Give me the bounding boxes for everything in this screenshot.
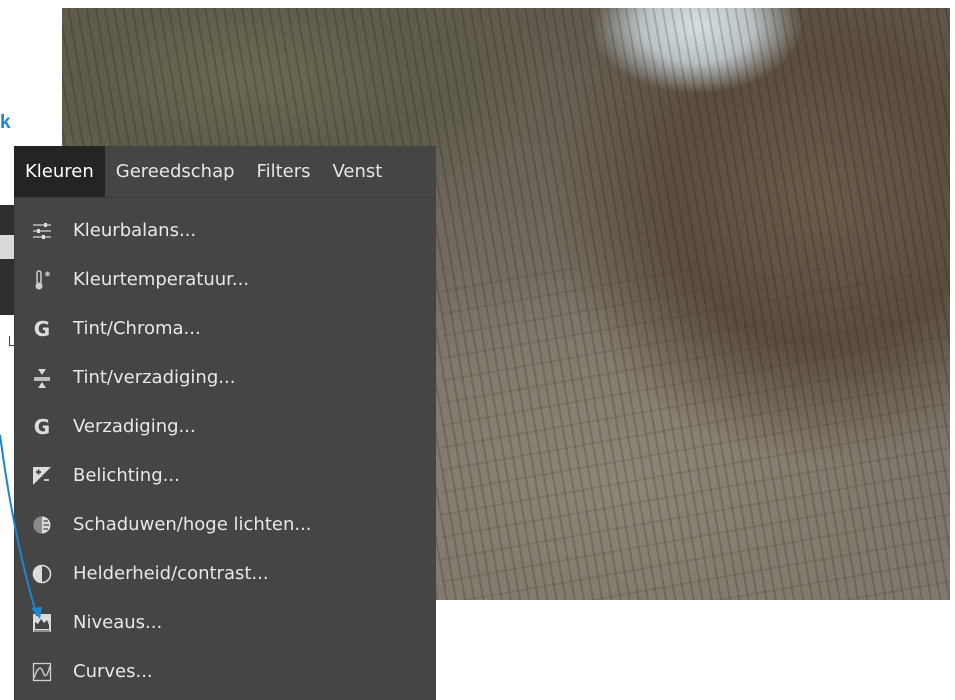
menu-item-label: Belichting... [73,465,180,486]
menu-item-label: Tint/Chroma... [73,318,201,339]
menu-item-label: Niveaus... [73,612,163,633]
menu-kleuren[interactable]: Kleuren [14,146,105,197]
menu-filters[interactable]: Filters [246,146,322,197]
menu-item-label: Helderheid/contrast... [73,563,269,584]
brightness-contrast-icon [31,563,53,585]
sand-texture [442,268,950,600]
hue-saturation-icon [31,367,53,389]
menu-vensters[interactable]: Venst [322,146,394,197]
menu-item-kleurtemperatuur[interactable]: Kleurtemperatuur... [15,255,437,304]
levels-icon [31,612,53,634]
background-window-strip [0,205,14,315]
gegl-g-icon: G [33,316,51,341]
curves-icon [31,661,53,683]
menu-item-label: Verzadiging... [73,416,196,437]
menu-item-label: Curves... [73,661,153,682]
cut-off-heading-text: k [0,112,11,133]
menu-item-tint-chroma[interactable]: G Tint/Chroma... [15,304,437,353]
menu-item-belichting[interactable]: Belichting... [15,451,437,500]
menu-item-schaduwen-hoge-lichten[interactable]: Schaduwen/hoge lichten... [15,500,437,549]
colors-dropdown-menu: Kleurbalans... Kleurtemperatuur... G Tin… [14,198,436,700]
menu-item-label: Kleurtemperatuur... [73,269,250,290]
menu-item-verzadiging[interactable]: G Verzadiging... [15,402,437,451]
menu-item-label: Kleurbalans... [73,220,197,241]
menu-item-helderheid-contrast[interactable]: Helderheid/contrast... [15,549,437,598]
background-window-highlight [0,235,14,259]
thermometer-icon [31,269,53,291]
menu-item-curves[interactable]: Curves... [15,647,437,696]
menu-item-label: Schaduwen/hoge lichten... [73,514,312,535]
gegl-g-icon: G [33,414,51,439]
menu-item-label: Tint/verzadiging... [73,367,236,388]
menu-item-kleurbalans[interactable]: Kleurbalans... [15,206,437,255]
color-balance-icon [31,220,53,242]
menu-item-tint-verzadiging[interactable]: Tint/verzadiging... [15,353,437,402]
menu-gereedschap[interactable]: Gereedschap [105,146,246,197]
menubar: Kleuren Gereedschap Filters Venst [14,146,436,198]
exposure-icon [31,465,53,487]
menu-item-niveaus[interactable]: Niveaus... [15,598,437,647]
shadows-highlights-icon [31,514,53,536]
